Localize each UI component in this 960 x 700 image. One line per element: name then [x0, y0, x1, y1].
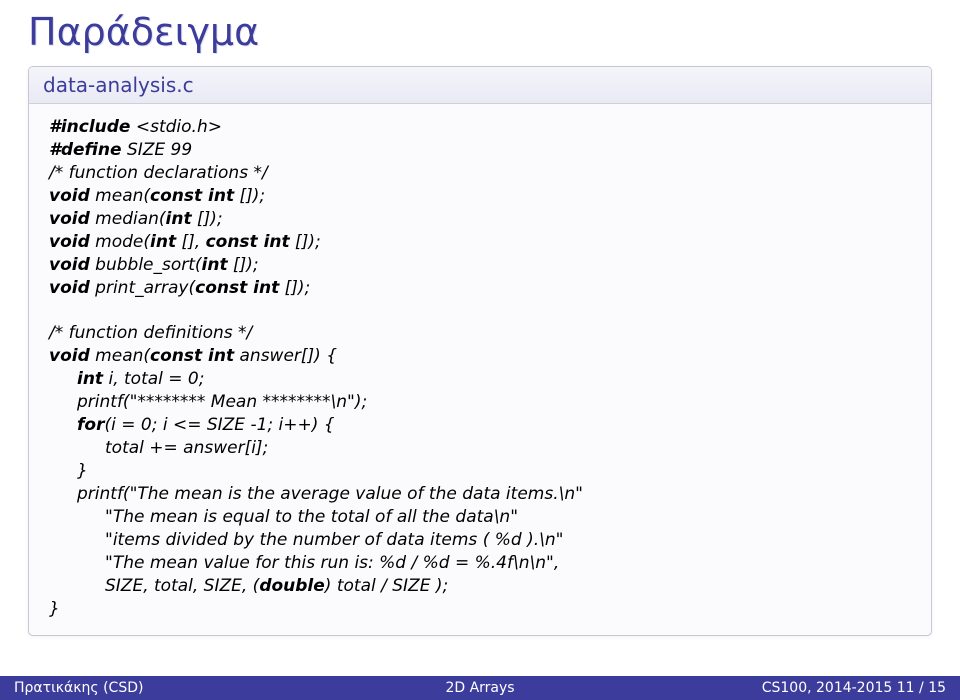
txt: ) total / SIZE ); — [325, 576, 448, 596]
kw-constint: const int — [195, 278, 279, 298]
txt: printf( — [77, 392, 130, 412]
txt: , — [554, 553, 559, 573]
txt: []); — [290, 232, 321, 252]
kw-include: #include — [49, 117, 130, 137]
txt: total += answer[i]; — [105, 438, 268, 458]
kw-void: void — [49, 209, 90, 229]
txt: mode( — [90, 232, 150, 252]
string: "The mean is equal to the total of all t… — [105, 507, 518, 527]
comment: /* function declarations */ — [49, 163, 268, 183]
txt: bubble_sort( — [90, 255, 202, 275]
txt: answer[]) { — [234, 346, 337, 366]
txt: (i = 0; i <= SIZE -1; i++) { — [104, 415, 334, 435]
kw-int: int — [77, 369, 103, 389]
kw-int: int — [202, 255, 228, 275]
kw-void: void — [49, 186, 90, 206]
string: "items divided by the number of data ite… — [105, 530, 563, 550]
slide-title: Παράδειγμα — [0, 0, 960, 60]
txt: SIZE, total, SIZE, ( — [105, 576, 259, 596]
txt: SIZE 99 — [122, 140, 193, 160]
code-block: data-analysis.c #include <stdio.h> #defi… — [28, 66, 932, 636]
kw-double: double — [259, 576, 324, 596]
kw-constint: const int — [150, 186, 234, 206]
txt: mean( — [90, 346, 150, 366]
kw-for: for — [77, 415, 104, 435]
string: "The mean is the average value of the da… — [130, 484, 583, 504]
txt: <stdio.h> — [130, 117, 222, 137]
txt: ); — [355, 392, 367, 412]
kw-int: int — [166, 209, 192, 229]
kw-void: void — [49, 255, 90, 275]
footer: Πρατικάκης (CSD) 2D Arrays CS100, 2014-2… — [0, 676, 960, 700]
txt: []); — [228, 255, 259, 275]
txt: print_array( — [90, 278, 195, 298]
txt: } — [49, 599, 60, 619]
txt: } — [77, 461, 88, 481]
kw-constint: const int — [206, 232, 290, 252]
txt: []); — [279, 278, 310, 298]
footer-left: Πρατικάκης (CSD) — [14, 680, 325, 696]
kw-void: void — [49, 278, 90, 298]
footer-right: CS100, 2014-2015 11 / 15 — [635, 680, 946, 696]
txt: printf( — [77, 484, 130, 504]
txt: []); — [192, 209, 223, 229]
comment: /* function definitions */ — [49, 323, 252, 343]
txt: i, total = 0; — [103, 369, 204, 389]
code-body: #include <stdio.h> #define SIZE 99 /* fu… — [29, 104, 931, 635]
footer-center: 2D Arrays — [325, 680, 636, 696]
string: "The mean value for this run is: %d / %d… — [105, 553, 554, 573]
kw-int: int — [150, 232, 176, 252]
kw-constint: const int — [150, 346, 234, 366]
kw-void: void — [49, 232, 90, 252]
txt: [], — [176, 232, 205, 252]
code-filename: data-analysis.c — [29, 67, 931, 104]
string: "******** Mean ********\n" — [130, 392, 355, 412]
txt: median( — [90, 209, 166, 229]
kw-define: #define — [49, 140, 122, 160]
txt: mean( — [90, 186, 150, 206]
blank — [49, 301, 54, 321]
kw-void: void — [49, 346, 90, 366]
txt: []); — [234, 186, 265, 206]
